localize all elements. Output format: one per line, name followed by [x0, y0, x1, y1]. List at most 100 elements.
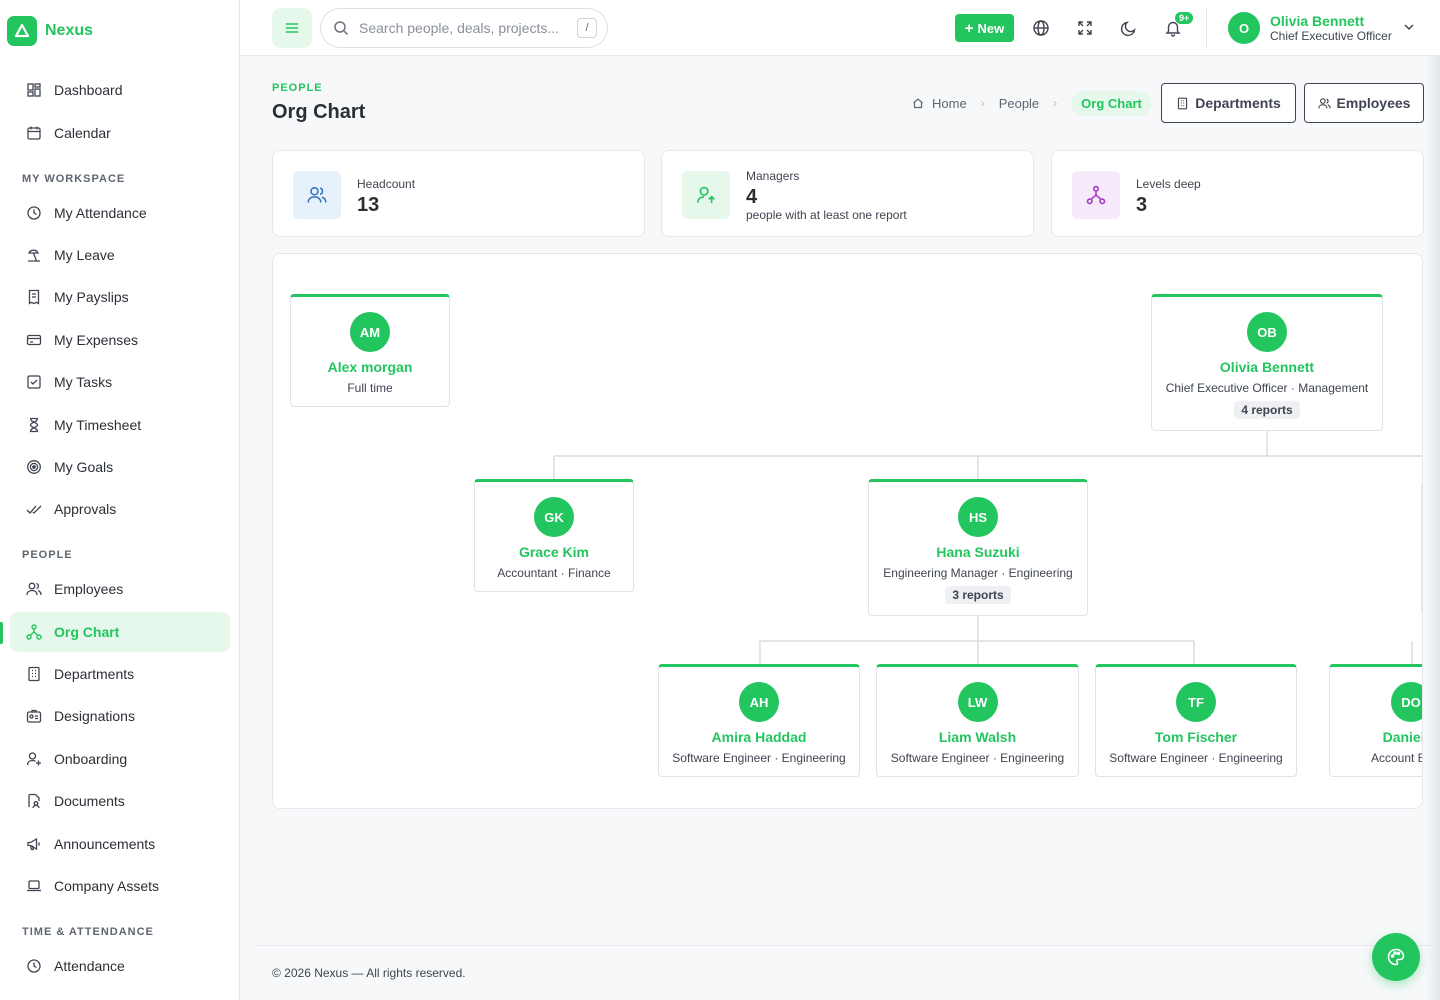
users-icon	[293, 171, 341, 219]
node-role: Accountant · Finance	[497, 566, 611, 580]
stat-label: Headcount	[357, 177, 416, 191]
sidebar-item-label: Attendance	[54, 958, 125, 974]
user-name: Olivia Bennett	[1270, 12, 1365, 29]
avatar: LW	[957, 682, 998, 722]
sidebar-item-label: Designations	[54, 708, 135, 724]
org-node-grace-kim[interactable]: GK Grace Kim Accountant · Finance	[474, 479, 634, 592]
org-node-tom-fischer[interactable]: TF Tom Fischer Software Engineer · Engin…	[1095, 664, 1297, 777]
topbar-divider	[1206, 8, 1207, 48]
reports-badge: 3 reports	[945, 586, 1011, 604]
sidebar-item-dashboard[interactable]: Dashboard	[10, 70, 230, 110]
sidebar-item-label: Documents	[54, 793, 125, 809]
hierarchy-icon	[1072, 171, 1120, 219]
breadcrumb-home[interactable]: Home	[932, 96, 967, 111]
page-eyebrow: PEOPLE	[272, 82, 323, 94]
sidebar-item-label: Calendar	[54, 125, 111, 141]
org-node-liam-walsh[interactable]: LW Liam Walsh Software Engineer · Engine…	[876, 664, 1079, 777]
section-people: PEOPLE	[22, 549, 73, 561]
breadcrumb-people[interactable]: People	[999, 96, 1039, 111]
org-node-alex-morgan[interactable]: AM Alex morgan Full time	[290, 294, 450, 407]
org-node-amira-haddad[interactable]: AH Amira Haddad Software Engineer · Engi…	[658, 664, 860, 777]
avatar: DO	[1391, 682, 1422, 722]
reports-badge: 4 reports	[1234, 401, 1300, 419]
new-button[interactable]: + New	[955, 14, 1014, 42]
avatar: TF	[1176, 682, 1216, 722]
org-chart-icon	[26, 624, 42, 640]
sidebar-item-documents[interactable]: Documents	[10, 781, 230, 821]
moon-icon	[1120, 21, 1136, 37]
palette-icon	[1387, 948, 1405, 966]
stat-label: Managers	[746, 169, 800, 183]
sidebar-item-my-tasks[interactable]: My Tasks	[10, 362, 230, 402]
sidebar-item-my-expenses[interactable]: My Expenses	[10, 320, 230, 360]
new-button-label: New	[977, 20, 1005, 36]
double-check-icon	[26, 505, 42, 514]
stat-sub: people with at least one report	[746, 208, 907, 222]
sidebar-item-onboarding[interactable]: Onboarding	[10, 739, 230, 779]
node-role: Software Engineer · Engineering	[1109, 751, 1283, 765]
sidebar-item-my-payslips[interactable]: My Payslips	[10, 277, 230, 317]
avatar: HS	[958, 497, 998, 537]
sidebar-item-label: My Payslips	[54, 289, 129, 305]
org-node-olivia-bennett[interactable]: OB Olivia Bennett Chief Executive Office…	[1151, 294, 1383, 431]
node-role: Account Execu	[1370, 751, 1422, 765]
credit-card-icon	[26, 334, 42, 346]
nexus-logo-icon	[7, 16, 37, 46]
sidebar-item-label: My Goals	[54, 459, 114, 475]
megaphone-icon	[27, 837, 40, 851]
sidebar-item-my-leave[interactable]: My Leave	[10, 235, 230, 275]
target-icon	[27, 460, 41, 474]
sidebar-item-label: Company Assets	[54, 878, 160, 894]
plus-icon: +	[964, 19, 974, 37]
sidebar-item-my-timesheet[interactable]: My Timesheet	[10, 405, 230, 445]
chevron-down-icon[interactable]	[1402, 20, 1416, 34]
footer-copyright: © 2026 Nexus — All rights reserved.	[272, 966, 466, 980]
sidebar-item-company-assets[interactable]: Company Assets	[10, 866, 230, 906]
sidebar: Nexus Dashboard Calendar MY WORKSPACE My…	[0, 0, 240, 1000]
sidebar-item-org-chart[interactable]: Org Chart	[10, 612, 230, 652]
sidebar-item-announcements[interactable]: Announcements	[10, 824, 230, 864]
search-bar[interactable]: /	[320, 8, 608, 48]
departments-button[interactable]: Departments	[1161, 83, 1296, 123]
sidebar-item-approvals[interactable]: Approvals	[10, 489, 230, 529]
org-node-daniel-o[interactable]: DO Daniel O Account Execu	[1329, 664, 1423, 777]
node-role: Chief Executive Officer · Management	[1165, 381, 1369, 395]
menu-toggle-button[interactable]	[272, 8, 312, 48]
language-button[interactable]	[1023, 10, 1059, 46]
sidebar-item-designations[interactable]: Designations	[10, 696, 230, 736]
stat-card-managers: Managers 4 people with at least one repo…	[661, 150, 1034, 237]
node-name: Olivia Bennett	[1219, 359, 1315, 375]
sidebar-item-employees[interactable]: Employees	[10, 569, 230, 609]
fullscreen-button[interactable]	[1067, 10, 1103, 46]
checkbox-icon	[27, 375, 41, 389]
beach-icon	[27, 249, 40, 262]
theme-customizer-button[interactable]	[1372, 933, 1420, 981]
org-node-hana-suzuki[interactable]: HS Hana Suzuki Engineering Manager · Eng…	[868, 479, 1088, 616]
page-title: Org Chart	[272, 101, 366, 123]
search-input[interactable]	[359, 20, 559, 36]
search-shortcut-key: /	[577, 18, 597, 38]
users-icon	[1317, 97, 1331, 108]
stat-value: 13	[357, 194, 380, 216]
sidebar-item-my-attendance[interactable]: My Attendance	[10, 193, 230, 233]
stat-card-headcount: Headcount 13	[272, 150, 645, 237]
clock-icon	[27, 959, 41, 973]
theme-toggle-button[interactable]	[1111, 10, 1147, 46]
node-name: Grace Kim	[518, 544, 590, 560]
sidebar-item-label: My Attendance	[54, 205, 147, 221]
sidebar-item-my-goals[interactable]: My Goals	[10, 447, 230, 487]
node-name: Daniel O	[1382, 729, 1423, 745]
sidebar-item-label: Announcements	[54, 836, 156, 852]
brand-name: Nexus	[45, 22, 94, 39]
notifications-button[interactable]: 9+	[1155, 10, 1194, 46]
user-menu[interactable]: O Olivia Bennett Chief Executive Officer	[1228, 12, 1392, 44]
sidebar-item-label: My Tasks	[54, 374, 113, 390]
horizontal-scroll-hint[interactable]	[1421, 482, 1422, 612]
sidebar-item-departments[interactable]: Departments	[10, 654, 230, 694]
section-time-attendance: TIME & ATTENDANCE	[22, 926, 154, 938]
employees-button[interactable]: Employees	[1304, 83, 1424, 123]
brand[interactable]: Nexus	[7, 16, 93, 46]
sidebar-item-attendance[interactable]: Attendance	[10, 946, 230, 986]
right-edge-shadow	[1426, 56, 1440, 1000]
sidebar-item-calendar[interactable]: Calendar	[10, 113, 230, 153]
